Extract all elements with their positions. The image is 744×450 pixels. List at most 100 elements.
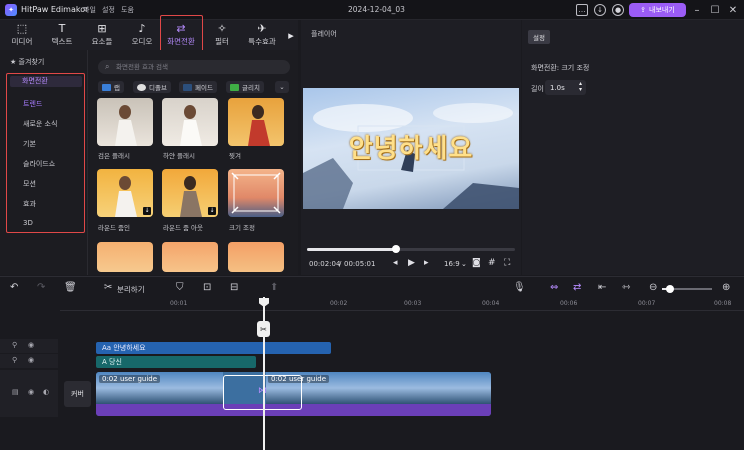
search-input[interactable]: 화면전환 효과 검색	[98, 60, 290, 74]
eye-icon[interactable]: ◉	[28, 388, 34, 396]
duration-input[interactable]: 1.0s ▴ ▾	[545, 80, 586, 95]
link-icon[interactable]: ⇔	[550, 282, 558, 293]
toolbar-more-icon[interactable]: ▸	[286, 22, 296, 48]
star-icon: ★	[10, 58, 17, 66]
thumb-image	[180, 105, 202, 146]
thumb-tear[interactable]	[228, 98, 284, 146]
text-clip[interactable]: A 당신	[96, 356, 256, 368]
chip-more-icon[interactable]: ⌄	[275, 81, 289, 93]
download-icon[interactable]: ↓	[594, 4, 606, 16]
chip-dissolve[interactable]: 디졸브	[133, 81, 171, 93]
split-button[interactable]: 분리하기	[117, 284, 145, 295]
app-name: HitPaw Edimakor	[21, 5, 89, 14]
cover-button[interactable]: 커버	[64, 381, 91, 407]
text-tool-icon[interactable]: ⊡	[203, 282, 211, 293]
thumb-partial[interactable]	[97, 242, 153, 272]
playhead[interactable]	[263, 297, 265, 450]
sidebar-favorites[interactable]: ★ 즐겨찾기	[10, 57, 44, 67]
snapshot-icon[interactable]: ◙	[472, 258, 481, 268]
chip-glitch[interactable]: 글리치	[226, 81, 264, 93]
progress-knob[interactable]	[392, 245, 401, 253]
export-frame-icon[interactable]: ⬆	[270, 282, 278, 293]
text-icon: Aa	[102, 344, 112, 352]
ruler-tick: 00:03	[404, 300, 422, 307]
prev-frame-icon[interactable]: ◂	[393, 258, 398, 268]
minimize-icon[interactable]: –	[691, 3, 703, 17]
thumb-partial[interactable]	[228, 242, 284, 272]
audio-icon[interactable]: ◐	[43, 388, 49, 396]
tab-audio[interactable]: ♪ 오디오	[128, 22, 156, 48]
tab-filters[interactable]: ✧ 필터	[208, 22, 236, 48]
next-frame-icon[interactable]: ▸	[424, 258, 429, 268]
tab-settings[interactable]: 설정	[528, 30, 550, 44]
tab-media[interactable]: ⬚ 미디어	[8, 22, 36, 48]
scissors-icon[interactable]: ✂	[104, 282, 112, 293]
play-icon[interactable]: ▶	[408, 258, 415, 268]
eye-icon[interactable]: ◉	[28, 356, 34, 364]
pin-icon[interactable]: ⚲	[12, 356, 17, 364]
tab-elements[interactable]: ⊞ 요소들	[88, 22, 116, 48]
thumb-white-flash[interactable]	[162, 98, 218, 146]
time-ruler: 00:01 00:02 00:03 00:04 00:06 00:07 00:0…	[60, 297, 744, 311]
menu-settings[interactable]: 설정	[102, 5, 115, 15]
thumb-label: 크기 조정	[229, 224, 255, 232]
fullscreen-icon[interactable]: ⛶	[504, 258, 510, 268]
tab-effects[interactable]: ✈ 특수효과	[244, 22, 280, 48]
title-bar: ✦ HitPaw Edimakor 파일 설정 도움 2024-12-04_03…	[0, 0, 744, 20]
eye-icon[interactable]: ◉	[28, 341, 34, 349]
subtitle-icon[interactable]: ⊟	[230, 282, 238, 293]
tab-text[interactable]: T 텍스트	[48, 22, 76, 48]
shield-icon[interactable]: ⛉	[176, 282, 184, 293]
title-clip[interactable]: Aa 안녕하세요	[96, 342, 331, 354]
split-scissors-icon[interactable]: ✂	[257, 321, 270, 337]
playback-progress[interactable]	[307, 245, 515, 253]
media-toolbar: ⬚ 미디어 T 텍스트 ⊞ 요소들 ♪ 오디오 ⇄ 화면전환 ✧ 필터 ✈ 특수효과 ▸	[0, 20, 298, 50]
player-title: 플레이어	[311, 30, 337, 38]
stepper-icon[interactable]: ▴ ▾	[579, 81, 582, 93]
undo-icon[interactable]: ↶	[10, 282, 18, 293]
thumb-round-zoom-in[interactable]: ↓	[97, 169, 153, 217]
current-time: 00:02:04	[309, 260, 341, 268]
zoom-knob[interactable]	[666, 285, 674, 293]
highlight-box-sidebar	[6, 73, 85, 233]
media-icon: ⬚	[16, 22, 28, 35]
thumb-resize[interactable]	[228, 169, 284, 217]
project-name: 2024-12-04_03	[348, 5, 405, 14]
chat-icon[interactable]: …	[576, 4, 588, 16]
elements-icon: ⊞	[97, 22, 107, 35]
export-button[interactable]: ⇪ 내보내기	[629, 3, 686, 17]
pin-icon[interactable]: ⚲	[12, 341, 17, 349]
delete-icon[interactable]: 🗑	[64, 282, 77, 293]
account-icon[interactable]: ●	[612, 4, 624, 16]
transition-library: 화면전환 효과 검색 ⌕ 랩 디졸브 페이드 글리치 ⌄ 검은 플래시 하얀 플…	[88, 50, 298, 275]
fit-icon[interactable]: ⇤	[598, 282, 606, 293]
chip-fade[interactable]: 페이드	[179, 81, 217, 93]
video-preview[interactable]: 안녕하세요	[303, 88, 519, 209]
thumb-black-flash[interactable]	[97, 98, 153, 146]
close-icon[interactable]: ✕	[727, 3, 739, 17]
zoom-in-icon[interactable]: ⊕	[722, 282, 730, 293]
download-icon[interactable]: ↓	[208, 207, 216, 215]
time-separator: /	[339, 260, 342, 268]
thumb-round-zoom-out[interactable]: ↓	[162, 169, 218, 217]
microphone-icon[interactable]: 🎙	[513, 282, 526, 293]
lock-icon[interactable]: ▤	[12, 388, 19, 396]
aspect-ratio-select[interactable]: 16:9	[444, 260, 460, 268]
thumb-image	[248, 105, 270, 146]
zoom-fit-icon[interactable]: ⇿	[622, 282, 630, 293]
grid-icon[interactable]: #	[488, 258, 496, 268]
zoom-slider[interactable]	[662, 285, 712, 293]
maximize-icon[interactable]: ☐	[709, 3, 721, 17]
redo-icon[interactable]: ↷	[37, 282, 45, 293]
thumb-partial[interactable]	[162, 242, 218, 272]
export-icon: ⇪	[640, 6, 647, 14]
text-icon: T	[58, 22, 66, 35]
menu-help[interactable]: 도움	[121, 5, 134, 15]
zoom-out-icon[interactable]: ⊖	[649, 282, 657, 293]
download-icon[interactable]: ↓	[143, 207, 151, 215]
thumb-label: 검은 플래시	[98, 152, 130, 160]
menu-file[interactable]: 파일	[83, 5, 96, 15]
chevron-down-icon[interactable]: ⌄	[461, 260, 467, 268]
magnet-icon[interactable]: ⇄	[573, 282, 581, 293]
chip-wrap[interactable]: 랩	[98, 81, 124, 93]
